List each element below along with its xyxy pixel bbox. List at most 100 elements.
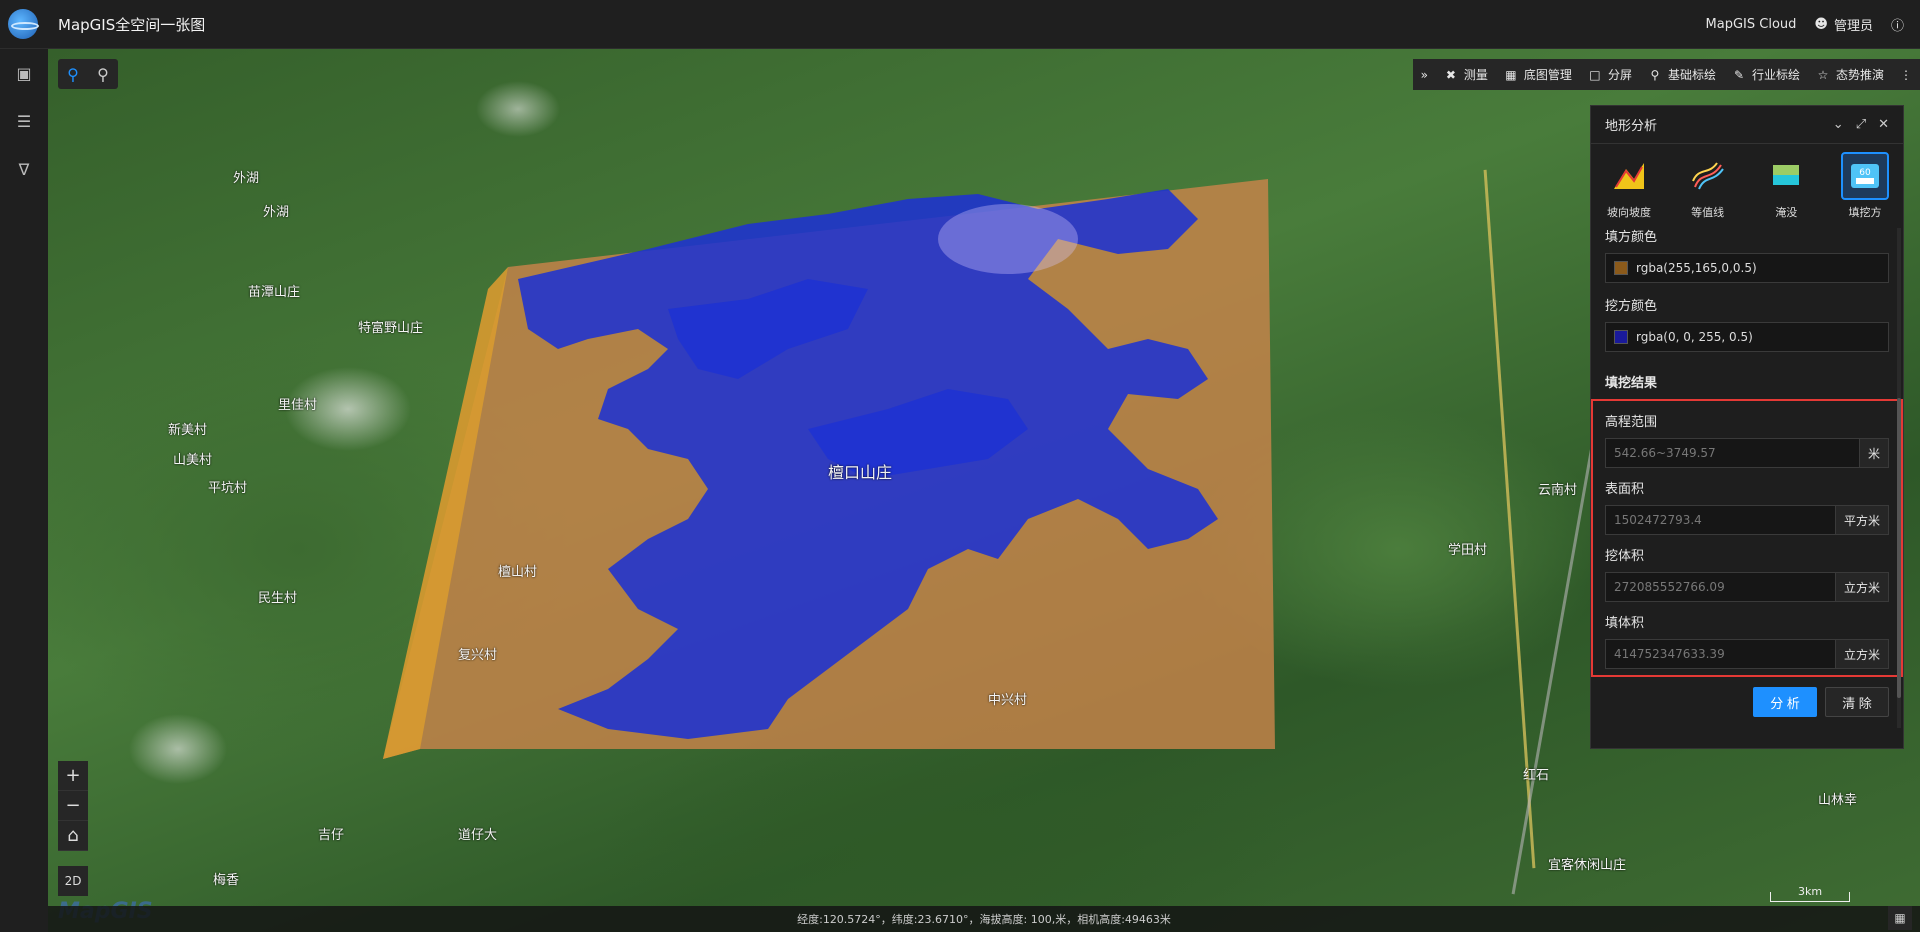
toggle-2d-button[interactable]: 2D: [58, 866, 88, 896]
app-logo-icon: [8, 9, 39, 39]
tab-label: 淹没: [1775, 206, 1798, 219]
place-label: 红石: [1523, 768, 1550, 783]
tool-situation[interactable]: ☆ 态势推演: [1808, 59, 1892, 90]
grid-toggle-icon[interactable]: ▦: [1888, 906, 1912, 930]
place-label: 中兴村: [988, 693, 1028, 708]
tool-industry-plot[interactable]: ✎ 行业标绘: [1724, 59, 1808, 90]
result-surface-area: 表面积 1502472793.4 平方米: [1605, 478, 1889, 535]
home-icon[interactable]: ⌂: [58, 821, 88, 851]
user-name: 管理员: [1833, 18, 1873, 34]
result-unit: 立方米: [1834, 640, 1888, 668]
place-label: 民生村: [258, 591, 298, 606]
analysis-tabs: 坡向坡度 等值线 淹没 60 填挖方: [1591, 144, 1903, 226]
analyze-button[interactable]: 分 析: [1753, 687, 1817, 717]
tool-split[interactable]: □ 分屏: [1580, 59, 1640, 90]
scale-bar: 3km: [1770, 886, 1850, 902]
place-label: 檀口山庄: [828, 463, 893, 482]
snow-patch: [938, 204, 1078, 274]
place-label: 特富野山庄: [358, 321, 424, 336]
result-value[interactable]: 414752347633.39: [1606, 640, 1835, 668]
pin-icon: ⚲: [1650, 67, 1660, 82]
map-quick-tools: ⚲ ⚲: [58, 59, 118, 89]
info-icon[interactable]: ⓘ: [1891, 15, 1904, 34]
place-label: 道仔大: [458, 828, 498, 843]
coordinate-readout: 经度:120.5724°，纬度:23.6710°，海拔高度: 100,米，相机高…: [797, 913, 1171, 926]
clear-button[interactable]: 清 除: [1825, 687, 1889, 717]
close-icon[interactable]: ✕: [1878, 117, 1889, 132]
user-icon: ☻: [1814, 16, 1828, 32]
cut-color-picker[interactable]: rgba(0, 0, 255, 0.5): [1605, 322, 1889, 352]
fill-color-swatch: [1614, 261, 1628, 275]
tab-cut-fill[interactable]: 60 填挖方: [1839, 152, 1891, 226]
panel-title: 地形分析: [1605, 119, 1658, 134]
panel-header: 地形分析 ⌄ ⤢ ✕: [1591, 106, 1903, 144]
cut-fill-icon: 60: [1840, 152, 1889, 200]
result-cut-volume: 挖体积 272085552766.09 立方米: [1605, 545, 1889, 602]
more-icon[interactable]: ⋮: [1892, 59, 1920, 90]
place-label: 外湖: [263, 205, 290, 220]
place-label: 檀山村: [498, 565, 538, 580]
tab-label: 坡向坡度: [1607, 206, 1651, 219]
place-label: 学田村: [1448, 543, 1488, 558]
place-label: 苗潭山庄: [248, 285, 301, 300]
tool-label: 分屏: [1607, 68, 1632, 82]
tool-label: 测量: [1463, 68, 1488, 82]
place-label: 新美村: [168, 423, 208, 438]
tool-label: 行业标绘: [1751, 68, 1800, 82]
zoom-controls: + − ⌂: [58, 761, 88, 851]
result-fill-volume: 填体积 414752347633.39 立方米: [1605, 612, 1889, 669]
cut-color-swatch: [1614, 330, 1628, 344]
tab-flood[interactable]: 淹没: [1760, 152, 1812, 226]
tab-slope[interactable]: 坡向坡度: [1603, 152, 1655, 226]
star-icon: ☆: [1817, 67, 1829, 82]
tool-basemap[interactable]: ▦ 底图管理: [1496, 59, 1580, 90]
result-unit: 米: [1858, 439, 1888, 467]
result-value[interactable]: 272085552766.09: [1606, 573, 1835, 601]
panel-body: 填方颜色 rgba(255,165,0,0.5) 挖方颜色 rgba(0, 0,…: [1591, 226, 1903, 677]
tool-label: 基础标绘: [1667, 68, 1716, 82]
cloud-link[interactable]: MapGIS Cloud: [1706, 17, 1797, 32]
fullscreen-icon[interactable]: ⤢: [1856, 117, 1866, 132]
cut-color-label: 挖方颜色: [1605, 299, 1658, 314]
slope-icon: [1605, 152, 1653, 200]
tool-label: 底图管理: [1523, 68, 1572, 82]
fill-color-picker[interactable]: rgba(255,165,0,0.5): [1605, 253, 1889, 283]
place-label: 云南村: [1538, 483, 1578, 498]
tab-contour[interactable]: 等值线: [1682, 152, 1734, 226]
tool-basic-plot[interactable]: ⚲ 基础标绘: [1640, 59, 1724, 90]
cut-fill-badge: 60: [1859, 168, 1871, 178]
result-value[interactable]: 1502472793.4: [1606, 506, 1835, 534]
result-title: 填挖结果: [1605, 376, 1658, 391]
place-label: 梅香: [213, 873, 240, 888]
place-label: 吉仔: [318, 828, 345, 843]
status-bar: 经度:120.5724°，纬度:23.6710°，海拔高度: 100,米，相机高…: [48, 906, 1920, 932]
result-label: 挖体积: [1605, 549, 1645, 564]
collapse-icon[interactable]: ⌄: [1833, 117, 1844, 132]
user-menu[interactable]: ☻ 管理员: [1814, 15, 1873, 34]
flood-icon: [1762, 152, 1810, 200]
layers-icon[interactable]: ☰: [0, 97, 48, 145]
pen-icon: ✎: [1733, 67, 1744, 82]
collapse-toolbar-icon[interactable]: »: [1413, 59, 1436, 90]
top-right-area: MapGIS Cloud ☻ 管理员 ⓘ: [1706, 15, 1904, 34]
tool-measure[interactable]: ✖ 测量: [1436, 59, 1496, 90]
ruler-icon: ✖: [1445, 67, 1456, 82]
place-label: 山林幸: [1818, 793, 1858, 808]
fill-color-label: 填方颜色: [1605, 230, 1658, 245]
location-pin-icon[interactable]: ⚲: [58, 59, 88, 89]
place-label: 里佳村: [278, 398, 318, 413]
map-toolbar: » ✖ 测量 ▦ 底图管理 □ 分屏 ⚲ 基础标绘 ✎ 行业标绘 ☆ 态势推演 …: [1412, 59, 1920, 90]
cube-icon[interactable]: ▣: [0, 49, 48, 97]
zoom-out-icon[interactable]: −: [58, 791, 88, 821]
app-title: MapGIS全空间一张图: [58, 15, 206, 34]
place-label: 平坑村: [208, 481, 248, 496]
result-value[interactable]: 542.66~3749.57: [1606, 439, 1859, 467]
analysis-icon[interactable]: ∇: [0, 145, 48, 193]
search-icon[interactable]: ⚲: [88, 59, 118, 89]
grid-icon: ▦: [1505, 67, 1517, 82]
scrollbar-thumb[interactable]: [1897, 398, 1901, 698]
zoom-in-icon[interactable]: +: [58, 761, 88, 791]
panel-scrollbar[interactable]: [1897, 228, 1901, 728]
contour-icon: [1684, 152, 1732, 200]
place-label: 外湖: [233, 171, 260, 186]
